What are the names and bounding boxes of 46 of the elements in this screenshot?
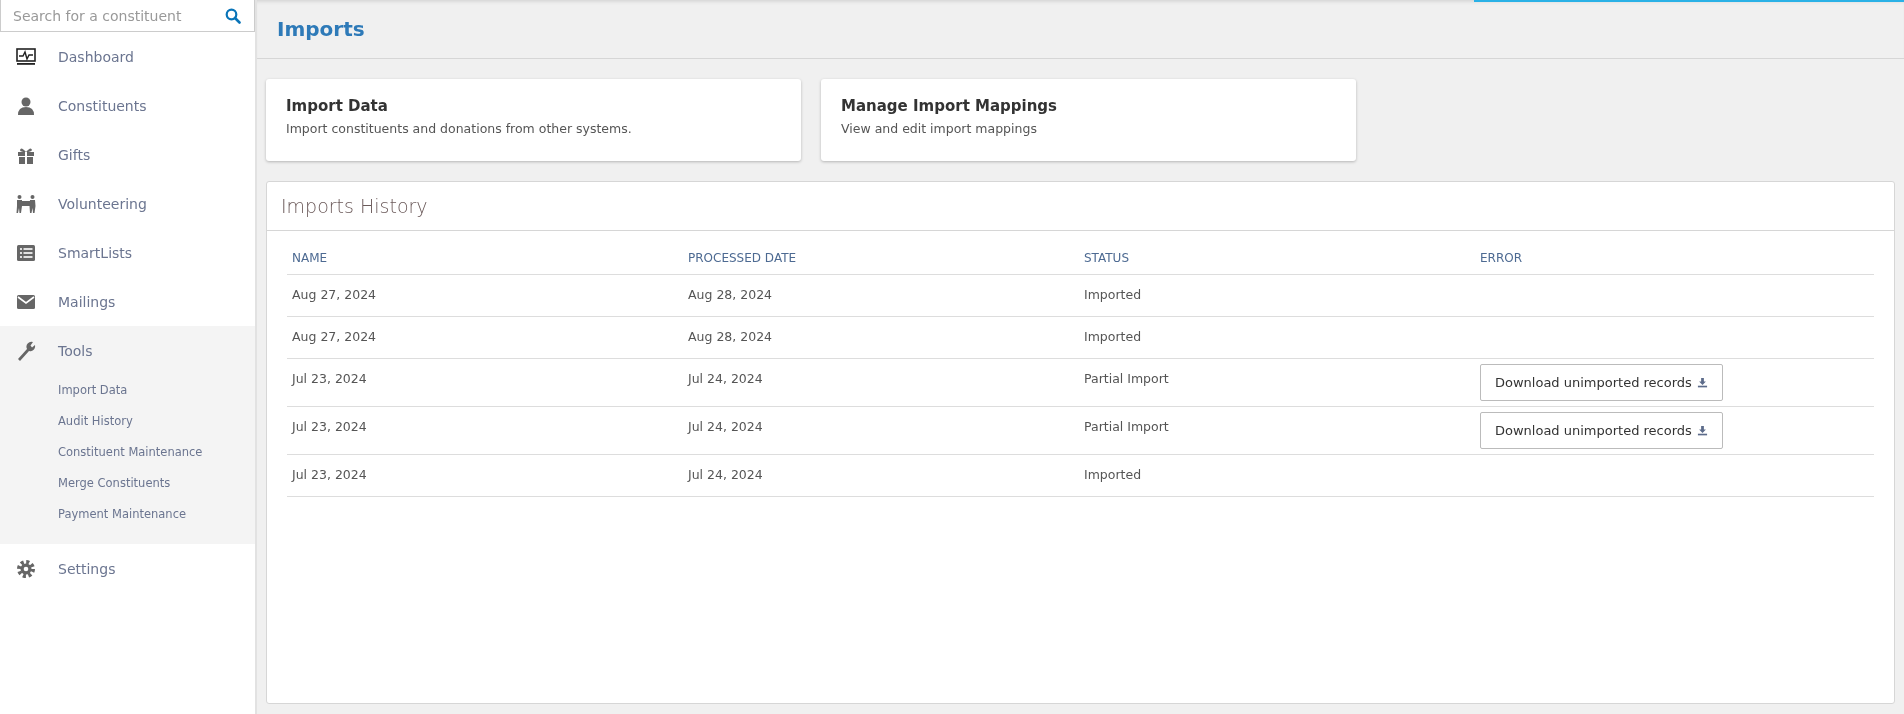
- download-icon: [1696, 425, 1708, 436]
- action-card[interactable]: Manage Import Mappings View and edit import mappings: [821, 79, 1356, 161]
- submenu-item[interactable]: Payment Maintenance: [0, 499, 187, 530]
- action-card[interactable]: Import Data Import constituents and donations from other systems.: [266, 79, 801, 161]
- download-button[interactable]: Download unimported records: [1480, 412, 1723, 449]
- wrench-icon: [15, 339, 37, 362]
- sidebar-item[interactable]: Gifts: [0, 130, 255, 179]
- column-header: STATUS: [1083, 250, 1131, 265]
- sidebar-item[interactable]: Dashboard: [0, 32, 255, 81]
- submenu-item[interactable]: Merge Constituents: [0, 468, 171, 499]
- table-cell: Aug 27, 2024: [292, 329, 377, 344]
- table-cell: Imported: [1084, 329, 1142, 344]
- table-cell: Jul 24, 2024: [688, 467, 763, 482]
- column-header: NAME: [291, 250, 329, 265]
- submenu-item[interactable]: Audit History: [0, 406, 133, 437]
- sidebar-item[interactable]: SmartLists: [0, 228, 255, 277]
- sidebar-item[interactable]: Constituents: [0, 81, 255, 130]
- column-header: PROCESSED DATE: [687, 250, 798, 265]
- search-icon[interactable]: [225, 8, 241, 24]
- panel-title: Imports History: [281, 195, 428, 217]
- sidebar-item[interactable]: Tools: [0, 326, 255, 375]
- download-button[interactable]: Download unimported records: [1480, 364, 1723, 401]
- submenu-item[interactable]: Constituent Maintenance: [0, 437, 203, 468]
- table-cell: Aug 27, 2024: [292, 287, 377, 302]
- table-cell: Jul 23, 2024: [292, 467, 367, 482]
- table-cell: Aug 28, 2024: [688, 329, 773, 344]
- table-cell: Partial Import: [1084, 371, 1169, 386]
- sidebar-item[interactable]: Volunteering: [0, 179, 255, 228]
- table-cell: Partial Import: [1084, 419, 1169, 434]
- table-cell: Jul 24, 2024: [688, 371, 763, 386]
- submenu-item[interactable]: Import Data: [0, 375, 128, 406]
- table-cell: Imported: [1084, 287, 1142, 302]
- sidebar-item[interactable]: Settings: [0, 544, 255, 593]
- column-header: ERROR: [1479, 250, 1524, 265]
- table-cell: Jul 23, 2024: [292, 419, 367, 434]
- settings-icon: [15, 557, 37, 580]
- table-cell: Jul 24, 2024: [688, 419, 763, 434]
- table-cell: Imported: [1084, 467, 1142, 482]
- search-field[interactable]: Search for a constituent: [0, 0, 255, 32]
- sidebar-item[interactable]: Mailings: [0, 277, 255, 326]
- table-cell: Aug 28, 2024: [688, 287, 773, 302]
- people-carrying-icon: [15, 192, 37, 215]
- table-cell: Jul 23, 2024: [292, 371, 367, 386]
- page-title: Imports: [277, 17, 365, 41]
- dashboard-icon: [15, 45, 37, 68]
- download-icon: [1696, 377, 1708, 388]
